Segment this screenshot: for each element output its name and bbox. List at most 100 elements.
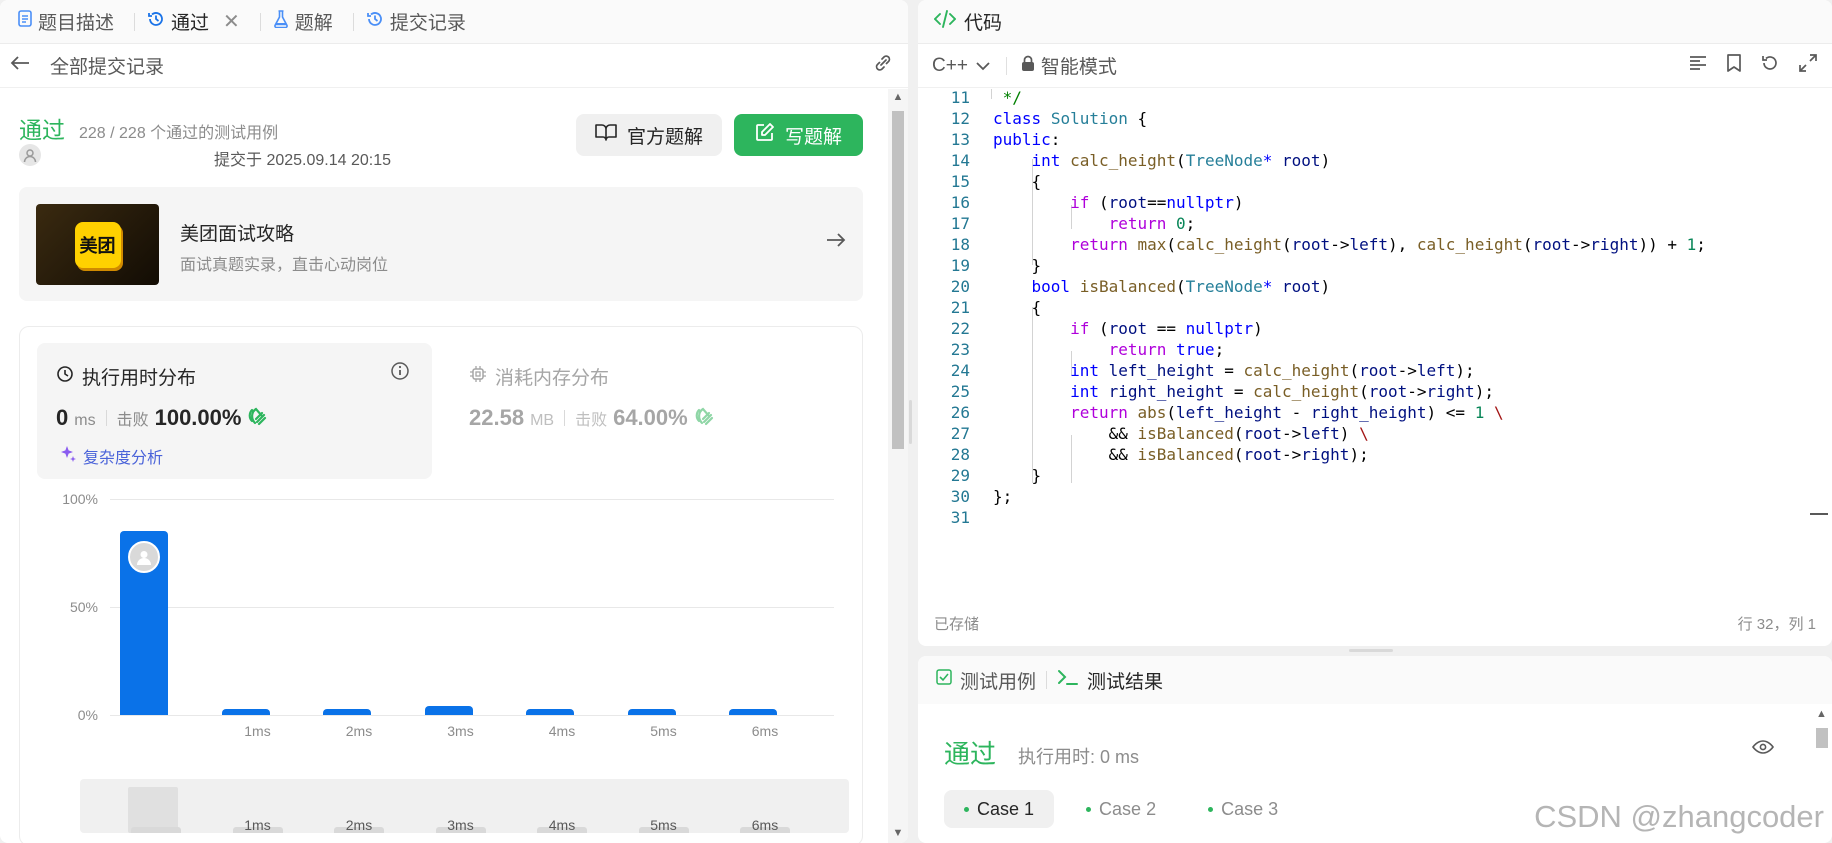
memory-panel[interactable]: 消耗内存分布 22.58 MB 击败 64.00% (450, 343, 845, 479)
line-number: 23 (950, 340, 970, 359)
tab-testcase[interactable]: 测试用例 (936, 667, 1036, 694)
code-line[interactable]: 17 return 0; (918, 213, 1818, 234)
format-icon[interactable] (1688, 54, 1708, 78)
result-summary: 通过 228 / 228 个通过的测试用例 (19, 111, 278, 145)
history-icon (366, 10, 384, 34)
code-line[interactable]: 12 class Solution { (918, 108, 1818, 129)
code-text: }; (993, 487, 1013, 506)
arrow-right-icon[interactable] (825, 231, 847, 254)
left-panel: 题目描述 通过 ✕ 题解 提交记录 全部提交记录 通过 228 / 228 个通… (0, 0, 908, 843)
case-tab-3[interactable]: Case 3 (1188, 790, 1298, 828)
reset-icon[interactable] (1760, 53, 1780, 79)
promo-banner[interactable]: 美团 美团面试攻略 面试真题实录，直击心动岗位 (19, 187, 863, 301)
chart-bar[interactable] (424, 706, 473, 715)
code-editor[interactable]: 11 */12 class Solution {13 public: 14 int c… (918, 89, 1832, 589)
left-scrollbar[interactable]: ▲ ▼ (888, 89, 908, 843)
code-text: */ (993, 89, 1022, 107)
code-line[interactable]: 24 int left_height = calc_height(root->l… (918, 360, 1818, 381)
code-line[interactable]: 28 && isBalanced(root->right); (918, 444, 1818, 465)
code-line[interactable]: 15 { (918, 171, 1818, 192)
code-line[interactable]: 21 { (918, 297, 1818, 318)
complexity-analysis-link[interactable]: 复杂度分析 (59, 444, 163, 468)
line-number: 21 (950, 298, 970, 317)
close-icon[interactable]: ✕ (223, 9, 240, 34)
scroll-up-icon[interactable]: ▲ (1816, 708, 1827, 720)
x-tick-label: 6ms (751, 723, 779, 739)
line-number: 29 (950, 466, 970, 485)
scroll-down-icon[interactable]: ▼ (891, 827, 905, 841)
y-tick-label: 0% (77, 707, 98, 723)
clap-icon (694, 406, 716, 431)
code-line[interactable]: 30}; (918, 486, 1818, 507)
y-tick-label: 50% (69, 599, 98, 615)
write-solution-label: 写题解 (784, 126, 842, 148)
case-label: Case 1 (977, 798, 1035, 819)
gridline (110, 715, 834, 716)
info-icon[interactable] (390, 361, 410, 386)
code-text: bool isBalanced(TreeNode* root) (1031, 277, 1331, 296)
official-solution-button[interactable]: 官方题解 (576, 114, 722, 156)
code-line[interactable]: 14 int calc_height(TreeNode* root) (918, 150, 1818, 171)
scrollbar-thumb[interactable] (892, 111, 904, 449)
chart-bar[interactable] (323, 708, 371, 715)
code-line[interactable]: 29 } (918, 465, 1818, 486)
gridline (110, 499, 834, 500)
code-line[interactable]: 16 if (root==nullptr) (918, 192, 1818, 213)
code-line[interactable]: 20 bool isBalanced(TreeNode* root) (918, 276, 1818, 297)
code-line[interactable]: 19 } (918, 255, 1818, 276)
scroll-up-icon[interactable]: ▲ (891, 91, 905, 105)
code-line[interactable]: 27 && isBalanced(root->left) \ (918, 423, 1818, 444)
runtime-distribution-chart: 100% 50% 0% 1ms 2ms 3ms 4ms 5ms 6ms (20, 487, 864, 827)
chart-bar[interactable] (221, 708, 270, 715)
tab-test-result[interactable]: 测试结果 (1057, 667, 1163, 694)
arrow-left-icon[interactable] (10, 55, 32, 77)
minimap-label: 2ms (345, 817, 373, 833)
code-tab-title[interactable]: 代码 (964, 8, 1002, 35)
chart-bar[interactable] (526, 708, 574, 715)
smart-mode-toggle[interactable]: 智能模式 (1021, 52, 1117, 79)
run-runtime: 执行用时: 0 ms (1018, 747, 1140, 767)
chart-bar[interactable] (729, 708, 777, 715)
panel-resize-handle[interactable] (1349, 649, 1393, 652)
chart-bar[interactable] (627, 708, 676, 715)
eye-icon[interactable] (1752, 739, 1774, 760)
line-number: 28 (950, 445, 970, 464)
code-line[interactable]: 22 if (root == nullptr) (918, 318, 1818, 339)
sparkle-icon (59, 445, 77, 468)
fullscreen-icon[interactable] (1798, 53, 1818, 79)
tab-accepted[interactable]: 通过 ✕ (145, 0, 250, 44)
code-line[interactable]: 18 return max(calc_height(root->left), c… (918, 234, 1818, 255)
history-icon (147, 10, 165, 34)
code-line[interactable]: 23 return true; (918, 339, 1818, 360)
code-line[interactable]: 25 int right_height = calc_height(root->… (918, 381, 1818, 402)
avatar[interactable] (19, 144, 41, 166)
tab-description[interactable]: 题目描述 (16, 0, 124, 44)
tab-label: 测试结果 (1087, 671, 1164, 693)
panel-resize-handle[interactable] (909, 400, 912, 444)
code-line[interactable]: 31 (918, 507, 1818, 528)
tab-submissions[interactable]: 提交记录 (364, 0, 476, 44)
runtime-panel[interactable]: 执行用时分布 0 ms 击败 100.00% 复杂度分析 (37, 343, 432, 479)
code-text: if (root == nullptr) (1070, 319, 1263, 338)
bookmark-icon[interactable] (1726, 53, 1742, 79)
code-line[interactable]: 26 return abs(left_height - right_height… (918, 402, 1818, 423)
link-icon[interactable] (872, 53, 894, 79)
line-number: 22 (950, 319, 970, 338)
code-line[interactable]: 11 */ (918, 89, 1818, 108)
line-number: 20 (950, 277, 970, 296)
memory-value: 22.58 (469, 405, 525, 430)
code-line[interactable]: 13 public: (918, 129, 1818, 150)
logo-badge: 美团 (74, 221, 121, 268)
case-tab-1[interactable]: Case 1 (944, 790, 1055, 828)
tab-solutions[interactable]: 题解 (271, 0, 343, 44)
chart-range-slider[interactable]: 1ms 2ms 3ms 4ms 5ms 6ms (80, 779, 849, 833)
write-solution-button[interactable]: 写题解 (734, 114, 863, 156)
language-select[interactable]: C++ (932, 55, 990, 77)
flask-icon (273, 9, 289, 34)
all-submissions-link[interactable]: 全部提交记录 (50, 52, 872, 79)
scrollbar-thumb[interactable] (1816, 728, 1828, 748)
result-panel: 测试用例 测试结果 通过 执行用时: 0 ms Case 1 Case 2 Ca… (918, 656, 1832, 843)
memory-metric: 22.58 MB 击败 64.00% (469, 405, 716, 431)
metric-divider (564, 410, 566, 426)
case-tab-2[interactable]: Case 2 (1066, 790, 1176, 828)
